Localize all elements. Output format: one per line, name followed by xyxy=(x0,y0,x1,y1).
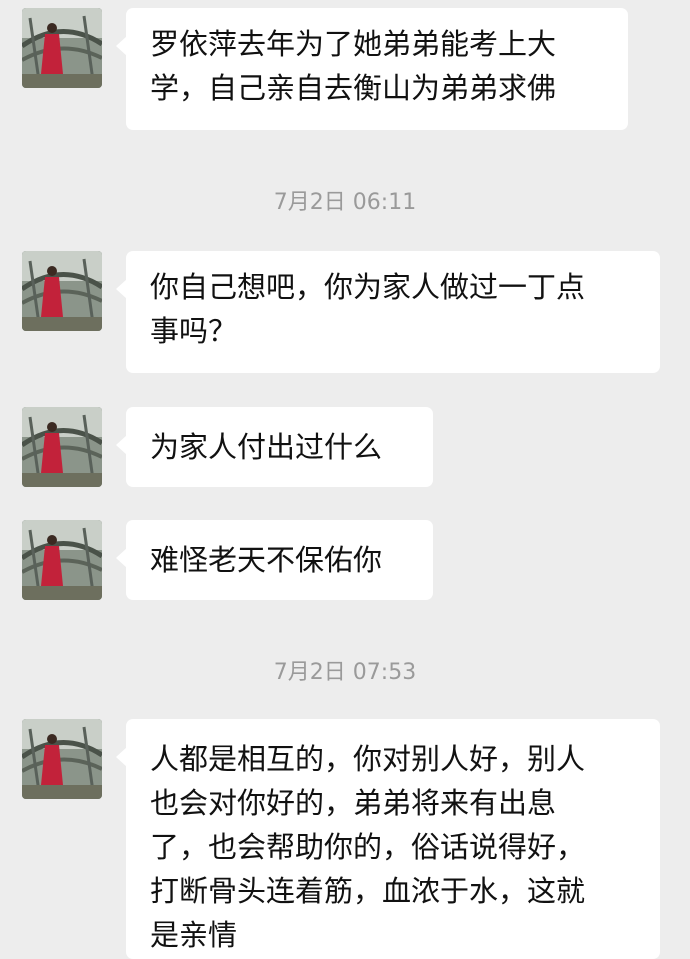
message-text: 人都是相互的，你对别人好，别人 xyxy=(150,742,586,776)
avatar-photo-icon xyxy=(22,407,102,487)
message-text: 为家人付出过什么 xyxy=(150,430,383,464)
message-text: 了，也会帮助你的，俗话说得好， xyxy=(150,830,586,864)
avatar-photo-icon xyxy=(22,520,102,600)
message-text: 你自己想吧，你为家人做过一丁点 xyxy=(150,270,586,304)
message-bubble[interactable]: 难怪老天不保佑你 xyxy=(116,520,433,600)
message-bubble[interactable]: 你自己想吧，你为家人做过一丁点 事吗？ xyxy=(116,251,660,373)
message-text: 罗依萍去年为了她弟弟能考上大 xyxy=(150,27,557,61)
avatar-photo-icon xyxy=(22,719,102,799)
message-text: 是亲情 xyxy=(150,918,238,952)
message-text: 学，自己亲自去衡山为弟弟求佛 xyxy=(150,71,557,105)
avatar[interactable] xyxy=(22,251,102,331)
message-text: 事吗？ xyxy=(150,314,238,348)
avatar[interactable] xyxy=(22,8,102,88)
avatar[interactable] xyxy=(22,520,102,600)
avatar[interactable] xyxy=(22,719,102,799)
timestamp: 7月2日 07:53 xyxy=(273,660,417,685)
message-text: 难怪老天不保佑你 xyxy=(150,543,383,577)
message-bubble[interactable]: 为家人付出过什么 xyxy=(116,407,433,487)
message-bubble[interactable]: 人都是相互的，你对别人好，别人 也会对你好的，弟弟将来有出息 了，也会帮助你的，… xyxy=(116,719,660,959)
timestamp: 7月2日 06:11 xyxy=(273,190,417,215)
avatar-photo-icon xyxy=(22,8,102,88)
avatar-photo-icon xyxy=(22,251,102,331)
message-bubble[interactable]: 罗依萍去年为了她弟弟能考上大 学，自己亲自去衡山为弟弟求佛 xyxy=(116,8,628,130)
message-text: 也会对你好的，弟弟将来有出息 xyxy=(150,786,557,820)
avatar[interactable] xyxy=(22,407,102,487)
message-text: 打断骨头连着筋，血浓于水，这就 xyxy=(150,874,586,908)
